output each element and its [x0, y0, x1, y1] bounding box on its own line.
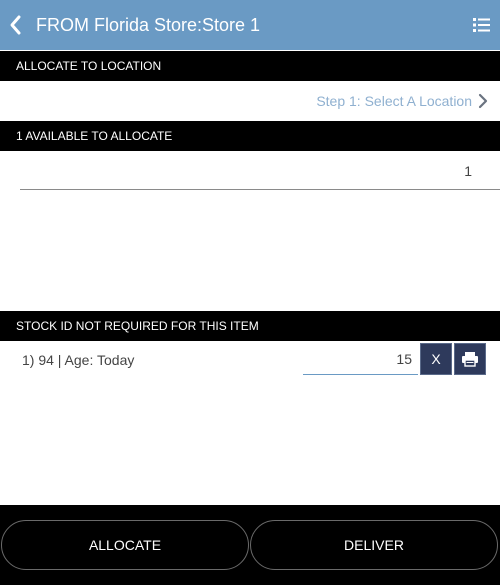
chevron-right-icon: [478, 93, 488, 109]
printer-icon: [462, 352, 478, 367]
chevron-left-icon: [10, 15, 21, 35]
select-location-label: Step 1: Select A Location: [316, 93, 472, 109]
page-title: FROM Florida Store:Store 1: [36, 15, 261, 35]
available-section-header: 1 AVAILABLE TO ALLOCATE: [0, 121, 500, 151]
allocate-section-header: ALLOCATE TO LOCATION: [0, 51, 500, 81]
allocate-quantity-input[interactable]: [20, 152, 500, 190]
app-header: FROM Florida Store:Store 1: [0, 0, 500, 50]
stock-section-header: STOCK ID NOT REQUIRED FOR THIS ITEM: [0, 311, 500, 341]
select-location-link[interactable]: Step 1: Select A Location: [316, 90, 488, 112]
menu-button[interactable]: [472, 15, 492, 35]
remove-item-button[interactable]: X: [420, 343, 452, 375]
deliver-button[interactable]: DELIVER: [250, 520, 498, 570]
footer-bar: ALLOCATE DELIVER: [0, 505, 500, 585]
allocate-button[interactable]: ALLOCATE: [1, 520, 249, 570]
stock-item-quantity-input[interactable]: [303, 343, 418, 375]
back-button[interactable]: [6, 12, 26, 38]
list-icon: [473, 18, 490, 32]
print-button[interactable]: [454, 343, 486, 375]
stock-item-label: 1) 94 | Age: Today: [22, 352, 135, 368]
